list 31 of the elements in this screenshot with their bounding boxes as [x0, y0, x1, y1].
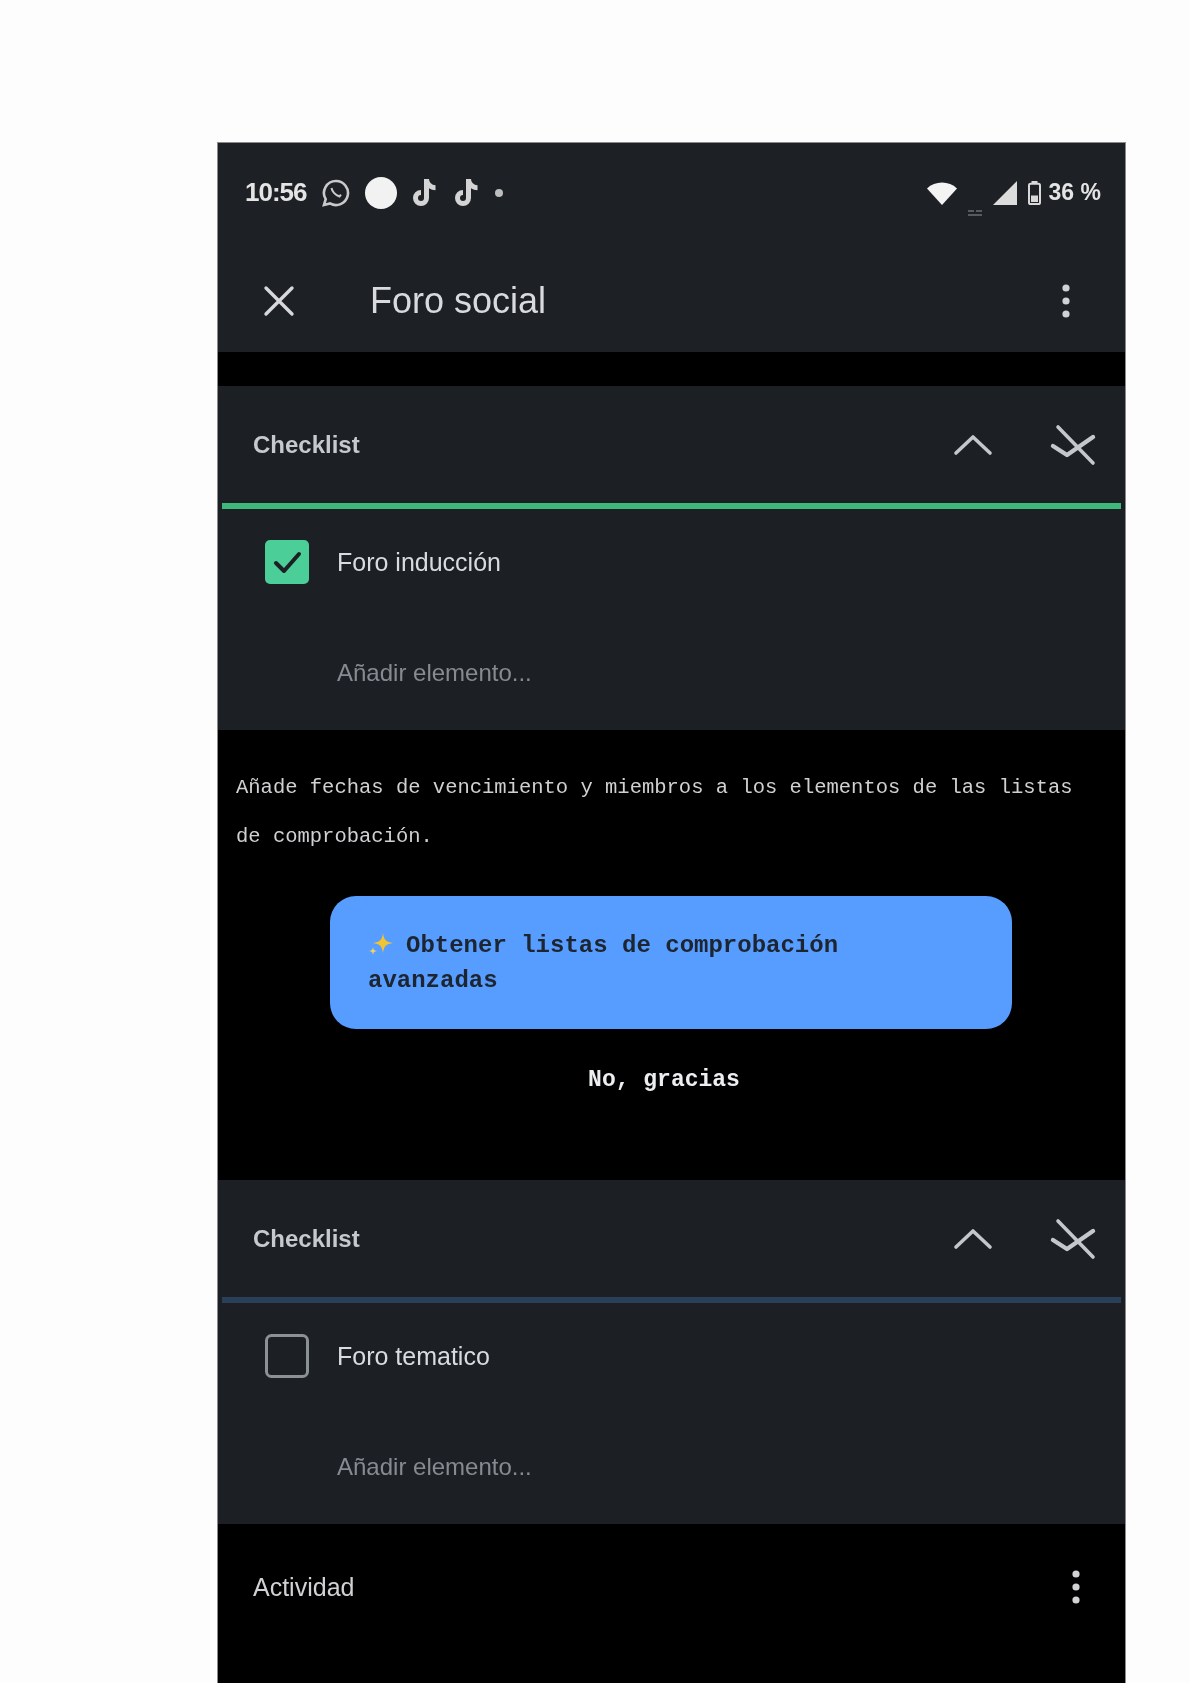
upgrade-button[interactable]: Obtener listas de comprobación avanzadas — [330, 896, 1012, 1029]
checklist-title: Checklist — [253, 430, 361, 459]
checklist-title: Checklist — [253, 1224, 361, 1253]
circle-icon — [364, 176, 397, 209]
music-note-icon — [452, 177, 481, 208]
more-options-icon[interactable] — [1062, 284, 1070, 318]
music-note-icon — [410, 177, 439, 208]
add-item-field[interactable]: Añadir elemento... — [337, 658, 667, 687]
dismiss-button[interactable]: No, gracias — [588, 1061, 740, 1099]
checkbox[interactable] — [265, 1334, 309, 1378]
signal-icon — [992, 180, 1017, 205]
battery-percentage: 36 % — [1048, 179, 1101, 206]
more-options-icon[interactable] — [1072, 1570, 1080, 1604]
chat-bubble-icon — [320, 177, 351, 208]
mobile-data-icon — [967, 210, 982, 216]
check-slash-icon[interactable] — [1049, 423, 1097, 466]
check-slash-icon[interactable] — [1049, 1217, 1097, 1260]
section-title: Actividad — [253, 1572, 356, 1602]
close-icon[interactable] — [263, 285, 295, 317]
dot-icon — [494, 188, 503, 197]
page-title: Foro social — [370, 280, 548, 322]
wifi-icon — [926, 180, 957, 205]
status-time: 10:56 — [245, 177, 307, 208]
checkbox[interactable] — [265, 540, 309, 584]
upsell-description: Añade fechas de vencimiento y miembros a los elementos de las listas de comprobación. — [236, 775, 1074, 850]
chevron-up-icon[interactable] — [953, 1227, 993, 1250]
battery-icon — [1027, 180, 1041, 205]
checklist-item-label: Foro inducción — [337, 547, 501, 577]
chevron-up-icon[interactable] — [953, 433, 993, 456]
add-item-field[interactable]: Añadir elemento... — [337, 1452, 667, 1481]
checklist-item-label: Foro tematico — [337, 1341, 490, 1371]
